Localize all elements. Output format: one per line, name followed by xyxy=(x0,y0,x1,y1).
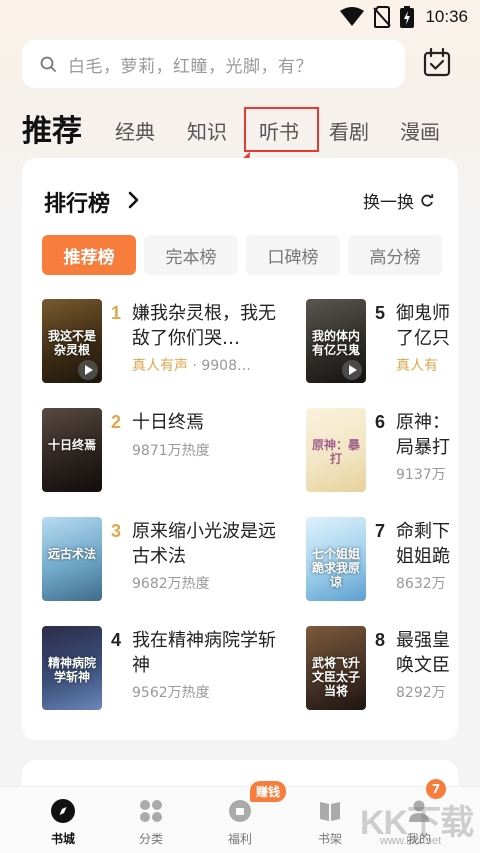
book-title: 御鬼师了亿只 xyxy=(396,303,450,349)
book-cover: 我这不是杂灵根 xyxy=(42,299,102,383)
book-cover: 武将飞升文臣太子当将 xyxy=(306,626,366,710)
calendar-check-icon[interactable] xyxy=(420,46,454,80)
refresh-icon xyxy=(421,193,434,206)
book-title: 原神：局暴打 xyxy=(396,412,450,458)
chip-high-score[interactable]: 高分榜 xyxy=(348,235,442,275)
nav-bookstore[interactable]: 书城 xyxy=(18,787,108,853)
cover-text: 武将飞升文臣太子当将 xyxy=(311,656,360,698)
annotation-highlight-box xyxy=(244,107,319,152)
rank-number: 6 xyxy=(375,412,386,432)
gift-icon xyxy=(229,800,251,822)
heat-value: · 9908… xyxy=(188,358,251,374)
book-title: 最强皇唤文臣 xyxy=(396,630,450,676)
rank-number: 3 xyxy=(111,521,122,541)
heat-value: 8292万 xyxy=(396,685,446,701)
tab-drama[interactable]: 看剧 xyxy=(329,116,369,145)
chevron-right-icon[interactable] xyxy=(126,189,142,211)
refresh-button[interactable]: 换一换 xyxy=(363,188,434,213)
play-icon xyxy=(342,360,362,380)
category-tabs: 推荐 经典 知识 听书 看剧 漫画 xyxy=(0,104,480,154)
list-item[interactable]: 原神：暴打 6 原神：局暴打 9137万 xyxy=(306,408,458,498)
ranking-title[interactable]: 排行榜 xyxy=(44,186,110,218)
ranking-card: 排行榜 换一换 推荐榜 完本榜 口碑榜 高分榜 我这不是杂灵根 1 嫌我杂灵根，… xyxy=(22,158,458,740)
rank-number: 1 xyxy=(111,303,122,323)
rank-number: 5 xyxy=(375,303,386,323)
play-icon xyxy=(78,360,98,380)
audio-tag: 真人有 xyxy=(396,358,438,374)
tab-classic[interactable]: 经典 xyxy=(115,116,155,145)
status-time: 10:36 xyxy=(425,7,468,26)
rank-number: 4 xyxy=(111,630,122,650)
book-cover: 十日终焉 xyxy=(42,408,102,492)
no-sim-icon xyxy=(373,6,392,28)
watermark-url: www.kkx.net xyxy=(380,835,442,847)
cover-text: 原神：暴打 xyxy=(311,438,360,466)
refresh-label: 换一换 xyxy=(363,193,414,213)
compass-icon xyxy=(51,799,75,823)
wifi-icon xyxy=(340,7,365,26)
tab-recommend[interactable]: 推荐 xyxy=(22,106,82,150)
tab-knowledge[interactable]: 知识 xyxy=(187,116,227,145)
heat-value: 8632万 xyxy=(396,576,446,592)
search-icon xyxy=(40,56,56,72)
cover-text: 精神病院学斩神 xyxy=(47,656,96,684)
book-cover: 远古术法 xyxy=(42,517,102,601)
nav-label: 书城 xyxy=(50,832,75,846)
heat-value: 9137万 xyxy=(396,467,446,483)
book-icon xyxy=(320,802,340,821)
rank-number: 2 xyxy=(111,412,122,432)
audio-tag: 真人有声 xyxy=(132,358,188,374)
list-item[interactable]: 七个姐姐跪求我原谅 7 命剩下姐姐跪 8632万 xyxy=(306,517,458,607)
rank-number: 7 xyxy=(375,521,386,541)
nav-category[interactable]: 分类 xyxy=(106,787,196,853)
status-icons: 10:36 xyxy=(340,5,468,29)
list-item[interactable]: 武将飞升文臣太子当将 8 最强皇唤文臣 8292万 xyxy=(306,626,458,716)
heat-value: 9871万热度 xyxy=(132,443,210,459)
chip-recommend[interactable]: 推荐榜 xyxy=(42,235,136,275)
ranking-chips: 推荐榜 完本榜 口碑榜 高分榜 xyxy=(42,235,458,275)
book-meta: 真人有声 · 9908… xyxy=(132,355,251,375)
cover-text: 我的体内有亿只鬼 xyxy=(311,329,360,357)
chip-completed[interactable]: 完本榜 xyxy=(144,235,238,275)
book-title: 原来缩小光波是远古术法 xyxy=(132,521,276,567)
cover-text: 我这不是杂灵根 xyxy=(47,329,96,357)
chip-reputation[interactable]: 口碑榜 xyxy=(246,235,340,275)
cover-text: 远古术法 xyxy=(47,547,96,561)
cover-text: 七个姐姐跪求我原谅 xyxy=(311,547,360,589)
heat-value: 9562万热度 xyxy=(132,685,210,701)
search-placeholder: 白毛，萝莉，红瞳，光脚，有？ xyxy=(68,56,313,77)
nav-label: 分类 xyxy=(138,832,163,846)
rank-number: 8 xyxy=(375,630,386,650)
earn-money-badge: 赚钱 xyxy=(250,781,287,802)
watermark-logo: KK下载 www.kkx.net xyxy=(360,795,475,851)
book-title: 我在精神病院学斩神 xyxy=(132,630,276,676)
status-bar: 10:36 xyxy=(0,0,480,34)
book-cover: 我的体内有亿只鬼 xyxy=(306,299,366,383)
book-cover: 精神病院学斩神 xyxy=(42,626,102,710)
cover-text: 十日终焉 xyxy=(47,438,96,452)
nav-label: 福利 xyxy=(227,832,252,846)
book-title: 嫌我杂灵根，我无敌了你们哭… xyxy=(132,303,276,349)
heat-value: 9682万热度 xyxy=(132,576,210,592)
list-item[interactable]: 我的体内有亿只鬼 5 御鬼师了亿只 真人有 xyxy=(306,299,458,389)
tab-comic[interactable]: 漫画 xyxy=(400,116,440,145)
search-input[interactable]: 白毛，萝莉，红瞳，光脚，有？ xyxy=(22,40,405,88)
book-title: 十日终焉 xyxy=(132,412,204,433)
grid-icon xyxy=(140,800,162,822)
book-cover: 七个姐姐跪求我原谅 xyxy=(306,517,366,601)
book-cover: 原神：暴打 xyxy=(306,408,366,492)
battery-icon xyxy=(400,6,415,28)
book-title: 命剩下姐姐跪 xyxy=(396,521,450,567)
